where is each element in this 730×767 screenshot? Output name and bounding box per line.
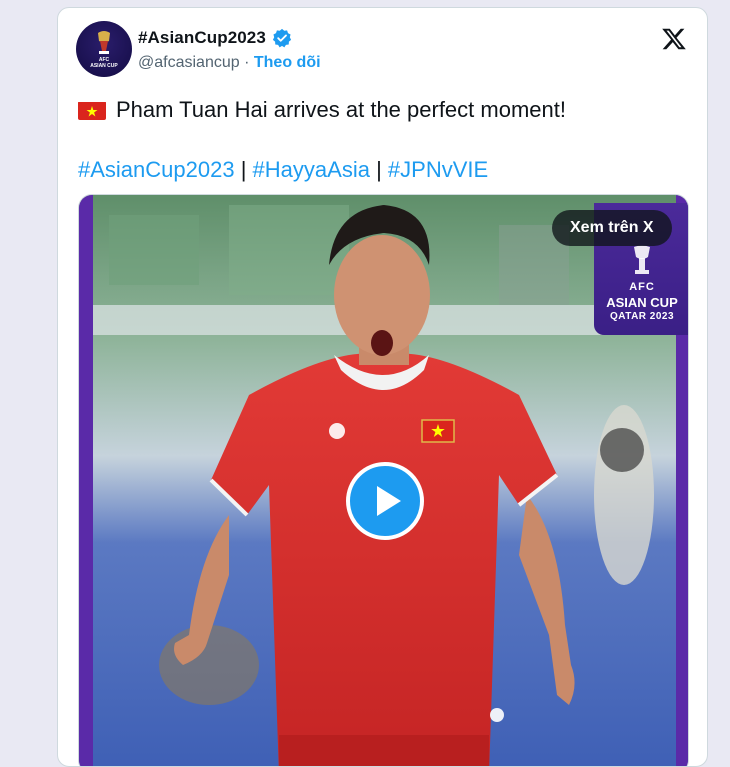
- tweet-text-row: Pham Tuan Hai arrives at the perfect mom…: [78, 97, 566, 123]
- tweet-card: AFC ASIAN CUP #AsianCup2023 @afcasiancup…: [57, 7, 708, 767]
- play-icon: [377, 486, 401, 516]
- play-button[interactable]: [346, 462, 424, 540]
- tweet-text: Pham Tuan Hai arrives at the perfect mom…: [116, 97, 566, 122]
- hashtag-separator: |: [240, 157, 247, 182]
- author-avatar[interactable]: AFC ASIAN CUP: [76, 21, 132, 77]
- handle-separator: ·: [244, 54, 250, 71]
- hashtag-row: #AsianCup2023 | #HayyaAsia | #JPNvVIE: [78, 157, 488, 183]
- watch-on-x-button[interactable]: Xem trên X: [552, 210, 672, 246]
- svg-text:ASIAN CUP: ASIAN CUP: [90, 63, 118, 69]
- hashtag-link[interactable]: #JPNvVIE: [388, 157, 488, 182]
- video-media[interactable]: AFC ASIAN CUP QATAR 2023 Xem trên X: [78, 194, 689, 766]
- x-logo-icon[interactable]: [661, 26, 687, 52]
- afc-asian-cup-logo-icon: AFC ASIAN CUP: [90, 31, 118, 69]
- follow-link[interactable]: Theo dõi: [254, 54, 321, 71]
- logo-line-afc: AFC: [629, 281, 655, 293]
- logo-line-asian-cup: ASIAN CUP: [606, 295, 678, 310]
- author-name[interactable]: #AsianCup2023: [138, 28, 266, 48]
- author-handle[interactable]: @afcasiancup: [138, 54, 240, 71]
- verified-badge-icon: [272, 28, 292, 48]
- handle-row: @afcasiancup · Theo dõi: [138, 54, 321, 72]
- hashtag-separator: |: [376, 157, 382, 182]
- hashtag-link[interactable]: #AsianCup2023: [78, 157, 235, 182]
- vietnam-flag-icon: [78, 101, 106, 120]
- hashtag-link[interactable]: #HayyaAsia: [253, 157, 370, 182]
- trophy-icon: [634, 245, 650, 274]
- logo-line-qatar: QATAR 2023: [609, 311, 675, 322]
